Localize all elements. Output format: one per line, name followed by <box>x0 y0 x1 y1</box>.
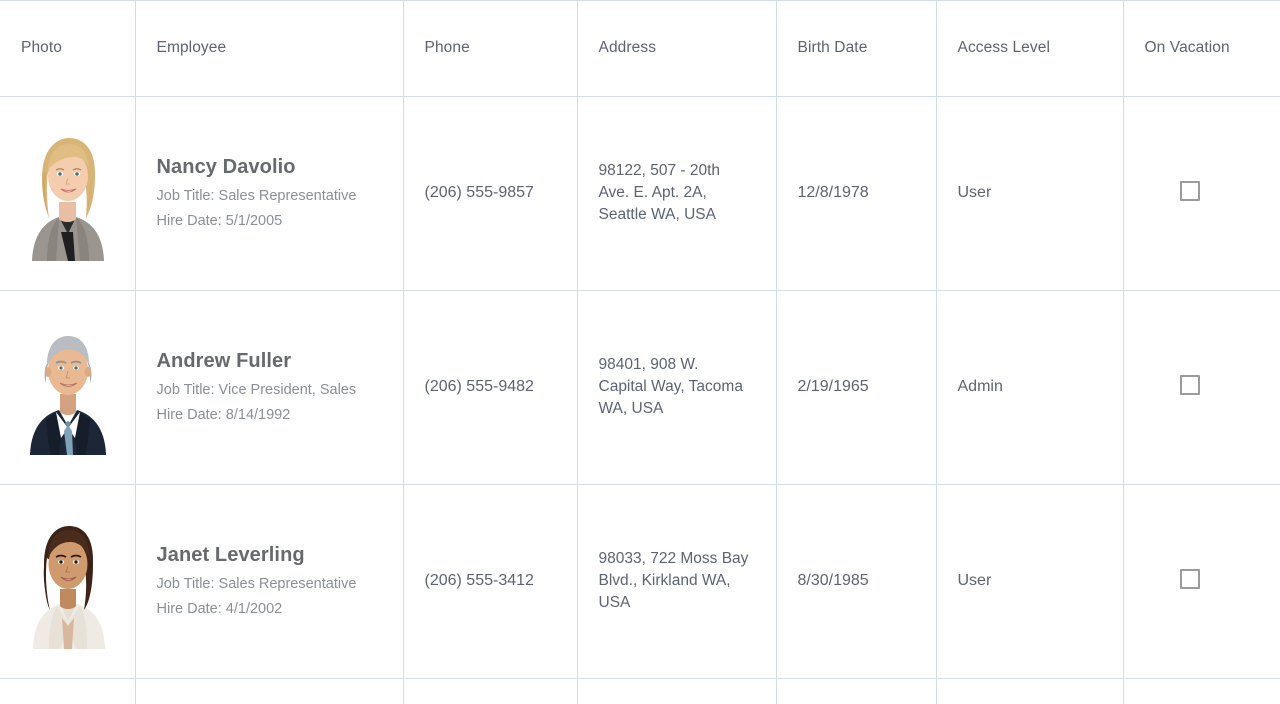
on-vacation-checkbox[interactable] <box>1179 374 1200 395</box>
employee-address: 98033, 722 Moss Bay Blvd., Kirkland WA, … <box>598 550 749 611</box>
employee-birth-date: 8/30/1985 <box>797 572 869 589</box>
employee-phone: (206) 555-3412 <box>424 572 534 589</box>
employee-address: 98122, 507 - 20th Ave. E. Apt. 2A, Seatt… <box>598 162 721 223</box>
table-row-partial[interactable] <box>0 678 1280 704</box>
employee-address: 98401, 908 W. Capital Way, Tacoma WA, US… <box>598 356 743 417</box>
cell-access-level: Admin <box>936 290 1124 485</box>
cell-birth-date: 2/19/1965 <box>776 290 937 485</box>
cell-on-vacation <box>1123 290 1280 485</box>
cell-photo <box>0 678 136 704</box>
cell-access-level <box>936 678 1124 704</box>
employee-photo-andrew-fuller <box>16 319 119 455</box>
cell-address: 98401, 908 W. Capital Way, Tacoma WA, US… <box>577 290 777 485</box>
employee-data-grid: Photo Employee Phone Address Birth Date … <box>0 0 1280 704</box>
cell-address: 98122, 507 - 20th Ave. E. Apt. 2A, Seatt… <box>577 96 777 291</box>
cell-on-vacation <box>1123 96 1280 291</box>
employee-name: Janet Leverling <box>156 544 305 567</box>
column-header-on-vacation[interactable]: On Vacation <box>1123 1 1280 97</box>
employee-access-level: Admin <box>957 378 1003 395</box>
employee-birth-date: 12/8/1978 <box>797 184 869 201</box>
employee-hire-date: Hire Date: 4/1/2002 <box>156 601 283 617</box>
employee-access-level: User <box>957 572 992 589</box>
table-row[interactable]: Andrew Fuller Job Title: Vice President,… <box>0 290 1280 485</box>
table-header: Photo Employee Phone Address Birth Date … <box>0 1 1280 97</box>
on-vacation-checkbox[interactable] <box>1179 568 1200 589</box>
cell-address <box>577 678 777 704</box>
employee-job-title: Job Title: Sales Representative <box>156 576 357 593</box>
cell-birth-date: 8/30/1985 <box>776 484 937 679</box>
cell-photo <box>0 96 136 291</box>
table-body: Nancy Davolio Job Title: Sales Represent… <box>0 96 1280 704</box>
employee-hire-date: Hire Date: 5/1/2005 <box>156 213 283 229</box>
column-header-access-level[interactable]: Access Level <box>936 1 1124 97</box>
on-vacation-checkbox[interactable] <box>1179 180 1200 201</box>
employee-name: Andrew Fuller <box>156 350 292 373</box>
cell-on-vacation <box>1123 484 1280 679</box>
cell-access-level: User <box>936 96 1124 291</box>
employee-photo-nancy-davolio <box>16 125 119 261</box>
employee-job-title: Job Title: Vice President, Sales <box>156 382 357 399</box>
cell-photo <box>0 290 136 485</box>
cell-employee: Janet Leverling Job Title: Sales Represe… <box>135 484 404 679</box>
cell-photo <box>0 484 136 679</box>
column-header-address[interactable]: Address <box>577 1 777 97</box>
employee-name: Nancy Davolio <box>156 156 296 179</box>
employee-access-level: User <box>957 184 992 201</box>
column-header-photo[interactable]: Photo <box>0 1 136 97</box>
column-header-birth-date[interactable]: Birth Date <box>776 1 937 97</box>
cell-employee: Andrew Fuller Job Title: Vice President,… <box>135 290 404 485</box>
header-row: Photo Employee Phone Address Birth Date … <box>0 1 1280 97</box>
employee-photo-janet-leverling <box>16 513 119 649</box>
employee-birth-date: 2/19/1965 <box>797 378 869 395</box>
employee-job-title: Job Title: Sales Representative <box>156 188 357 205</box>
cell-birth-date: 12/8/1978 <box>776 96 937 291</box>
column-header-phone[interactable]: Phone <box>403 1 578 97</box>
cell-phone: (206) 555-3412 <box>403 484 578 679</box>
employee-hire-date: Hire Date: 8/14/1992 <box>156 407 291 423</box>
cell-phone <box>403 678 578 704</box>
table-row[interactable]: Nancy Davolio Job Title: Sales Represent… <box>0 96 1280 291</box>
employee-table: Photo Employee Phone Address Birth Date … <box>0 1 1280 704</box>
cell-employee: Nancy Davolio Job Title: Sales Represent… <box>135 96 404 291</box>
cell-address: 98033, 722 Moss Bay Blvd., Kirkland WA, … <box>577 484 777 679</box>
column-header-employee[interactable]: Employee <box>135 1 404 97</box>
employee-phone: (206) 555-9857 <box>424 184 534 201</box>
table-row[interactable]: Janet Leverling Job Title: Sales Represe… <box>0 484 1280 679</box>
cell-employee <box>135 678 404 704</box>
cell-phone: (206) 555-9482 <box>403 290 578 485</box>
employee-phone: (206) 555-9482 <box>424 378 534 395</box>
cell-phone: (206) 555-9857 <box>403 96 578 291</box>
cell-on-vacation <box>1123 678 1280 704</box>
cell-birth-date <box>776 678 937 704</box>
cell-access-level: User <box>936 484 1124 679</box>
